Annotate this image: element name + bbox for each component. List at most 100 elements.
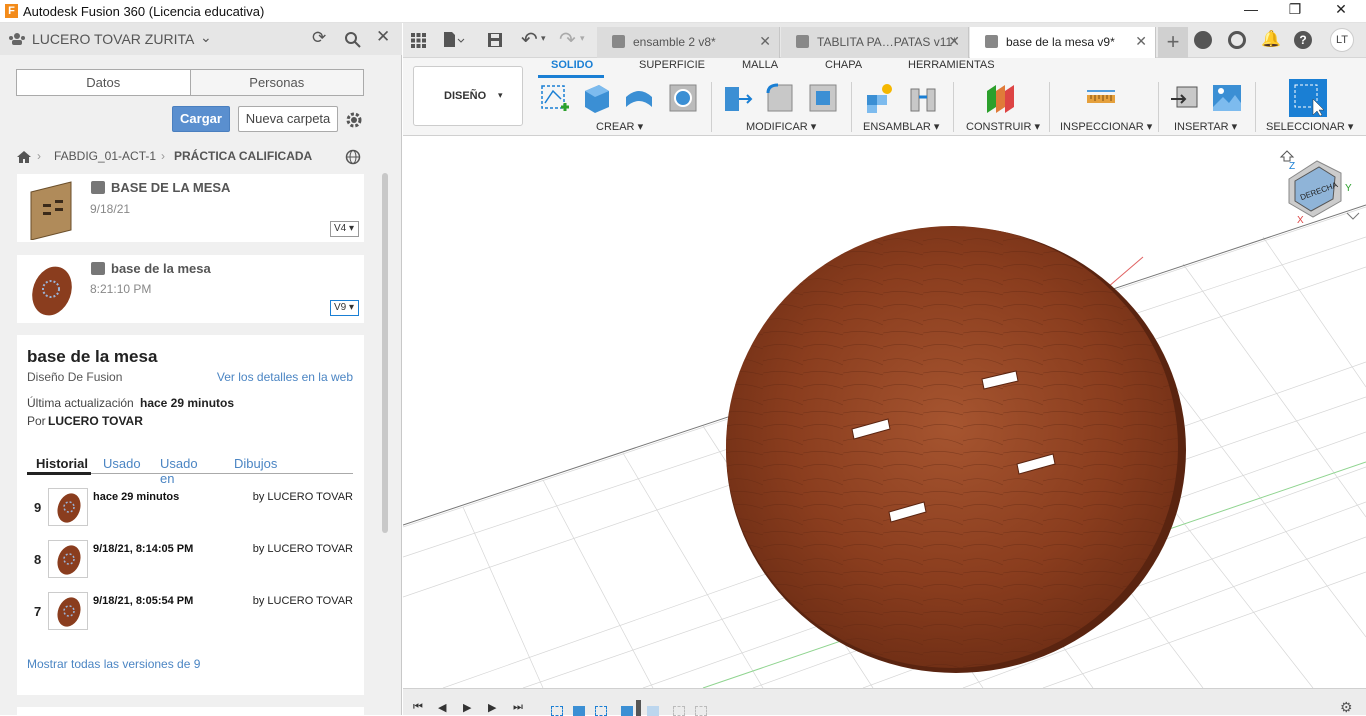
search-icon[interactable] [344, 31, 361, 48]
assemble-menu[interactable]: ENSAMBLAR ▾ [863, 120, 939, 133]
version-badge[interactable]: V4 ▾ [330, 221, 359, 237]
new-tab-button[interactable]: + [1158, 27, 1188, 58]
web-details-link[interactable]: Ver los detalles en la web [217, 370, 353, 384]
tab-personas[interactable]: Personas [189, 70, 363, 95]
tab-dibujos[interactable]: Dibujos [234, 456, 277, 471]
gear-icon[interactable]: ⚙ [1340, 699, 1353, 716]
fillet-icon[interactable] [764, 81, 796, 113]
file-card-selected[interactable]: base de la mesa 8:21:10 PM V9 ▾ [17, 255, 364, 323]
tab-ensamble[interactable]: ensamble 2 v8* ✕ [597, 27, 780, 58]
construct-menu[interactable]: CONSTRUIR ▾ [966, 120, 1040, 133]
breadcrumb-folder[interactable]: PRÁCTICA CALIFICADA [174, 149, 312, 163]
avatar[interactable]: LT [1330, 28, 1354, 52]
version-badge[interactable]: V9 ▾ [330, 300, 359, 316]
select-icon[interactable] [1289, 79, 1327, 117]
fusion-logo-icon: F [5, 4, 18, 18]
play-icon[interactable]: ▶ [463, 701, 471, 714]
create-menu[interactable]: CREAR ▾ [596, 120, 643, 133]
notifications-icon[interactable]: 🔔 [1261, 29, 1281, 49]
data-offline-icon[interactable] [1194, 31, 1212, 49]
scrollbar[interactable] [382, 173, 388, 533]
tab-usado-en[interactable]: Usado en [160, 456, 198, 486]
close-tab-icon[interactable]: ✕ [1135, 33, 1147, 50]
step-back-icon[interactable]: ◀ [438, 701, 446, 714]
minimize-button[interactable]: — [1228, 1, 1274, 21]
file-menu-icon[interactable] [443, 31, 465, 49]
refresh-icon[interactable]: ⟳ [312, 28, 326, 48]
history-row[interactable]: 8 9/18/21, 8:14:05 PM by LUCERO TOVAR [27, 538, 353, 582]
team-name[interactable]: LUCERO TOVAR ZURITA [32, 31, 194, 47]
tab-chapa[interactable]: CHAPA [825, 59, 862, 71]
tab-datos[interactable]: Datos [17, 70, 190, 95]
breadcrumb-project[interactable]: FABDIG_01-ACT-1 [54, 149, 156, 163]
offset-plane-icon[interactable] [984, 81, 1016, 113]
details-type: Diseño De Fusion [27, 370, 123, 384]
active-tab-indicator [538, 75, 604, 78]
history-row[interactable]: 7 9/18/21, 8:05:54 PM by LUCERO TOVAR [27, 590, 353, 634]
help-icon[interactable]: ? [1294, 31, 1312, 49]
close-tab-icon[interactable]: ✕ [948, 33, 960, 50]
close-window-button[interactable]: ✕ [1318, 1, 1364, 21]
viewcube[interactable]: DERECHA Z Y X [1275, 145, 1363, 227]
apps-grid-icon[interactable] [411, 33, 426, 48]
home-icon[interactable] [16, 150, 32, 164]
insert-menu[interactable]: INSERTAR ▾ [1174, 120, 1237, 133]
tab-historial[interactable]: Historial [36, 456, 88, 471]
file-card[interactable]: BASE DE LA MESA 9/18/21 V4 ▾ [17, 174, 364, 242]
hole-icon[interactable] [667, 81, 699, 113]
gear-icon[interactable] [345, 111, 363, 129]
tab-herramientas[interactable]: HERRAMIENTAS [908, 59, 995, 71]
select-menu[interactable]: SELECCIONAR ▾ [1266, 120, 1353, 133]
file-card[interactable] [17, 707, 364, 715]
maximize-button[interactable]: ❐ [1272, 1, 1318, 21]
title-bar: F Autodesk Fusion 360 (Licencia educativ… [0, 0, 1366, 23]
globe-icon[interactable] [345, 149, 362, 166]
measure-icon[interactable] [1085, 81, 1117, 113]
viewcube-menu-icon [1346, 212, 1360, 220]
job-status-icon[interactable] [1228, 31, 1246, 49]
history-author: by LUCERO TOVAR [252, 491, 353, 503]
data-panel-header: LUCERO TOVAR ZURITA ⌄ ⟳ ✕ [0, 23, 402, 55]
tab-superficie[interactable]: SUPERFICIE [639, 59, 705, 71]
shell-icon[interactable] [807, 81, 839, 113]
joint-icon[interactable] [907, 81, 939, 113]
create-sketch-icon[interactable] [539, 81, 571, 113]
go-to-start-icon[interactable]: ⏮ [413, 701, 423, 714]
new-component-icon[interactable] [863, 81, 895, 113]
go-to-end-icon[interactable]: ⏭ [513, 701, 523, 714]
redo-dropdown-icon[interactable]: ▾ [580, 33, 585, 44]
modify-menu[interactable]: MODIFICAR ▾ [746, 120, 816, 133]
undo-icon[interactable]: ↶ [521, 27, 538, 52]
close-panel-icon[interactable]: ✕ [376, 27, 390, 47]
press-pull-icon[interactable] [721, 81, 753, 113]
upload-button[interactable]: Cargar [172, 106, 230, 132]
insert-canvas-icon[interactable] [1211, 81, 1243, 113]
timeline-marker[interactable] [636, 700, 641, 716]
undo-dropdown-icon[interactable]: ▾ [541, 33, 546, 44]
history-thumbnail [48, 540, 88, 578]
save-icon[interactable] [487, 32, 503, 48]
show-all-versions-link[interactable]: Mostrar todas las versiones de 9 [27, 657, 200, 671]
workspace-selector[interactable]: DISEÑO ▾ [413, 66, 523, 126]
tab-solido[interactable]: SOLIDO [551, 59, 593, 71]
new-folder-button[interactable]: Nueva carpeta [238, 106, 338, 132]
tab-usado[interactable]: Usado [103, 456, 141, 471]
3d-scene[interactable] [403, 137, 1366, 688]
team-icon[interactable] [8, 32, 26, 46]
tab-label: TABLITA PA…PATAS v11* [817, 35, 957, 49]
tab-base-de-la-mesa[interactable]: base de la mesa v9* ✕ [970, 27, 1156, 58]
revolve-icon[interactable] [623, 81, 655, 113]
tab-malla[interactable]: MALLA [742, 59, 778, 71]
close-tab-icon[interactable]: ✕ [759, 33, 771, 50]
design-icon [612, 35, 625, 48]
canvas-viewport[interactable]: DERECHA Z Y X [403, 137, 1366, 688]
document-tab-bar: ↶ ▾ ↷ ▾ ensamble 2 v8* ✕ TABLITA PA…PATA… [403, 23, 1366, 58]
tab-tablita[interactable]: TABLITA PA…PATAS v11* ✕ [781, 27, 969, 58]
redo-icon[interactable]: ↷ [559, 27, 576, 52]
extrude-icon[interactable] [581, 81, 613, 113]
step-forward-icon[interactable]: ▶ [488, 701, 496, 714]
chevron-down-icon[interactable]: ⌄ [200, 29, 212, 46]
inspect-menu[interactable]: INSPECCIONAR ▾ [1060, 120, 1152, 133]
history-row[interactable]: 9 hace 29 minutos by LUCERO TOVAR [27, 486, 353, 530]
insert-derive-icon[interactable] [1169, 81, 1201, 113]
